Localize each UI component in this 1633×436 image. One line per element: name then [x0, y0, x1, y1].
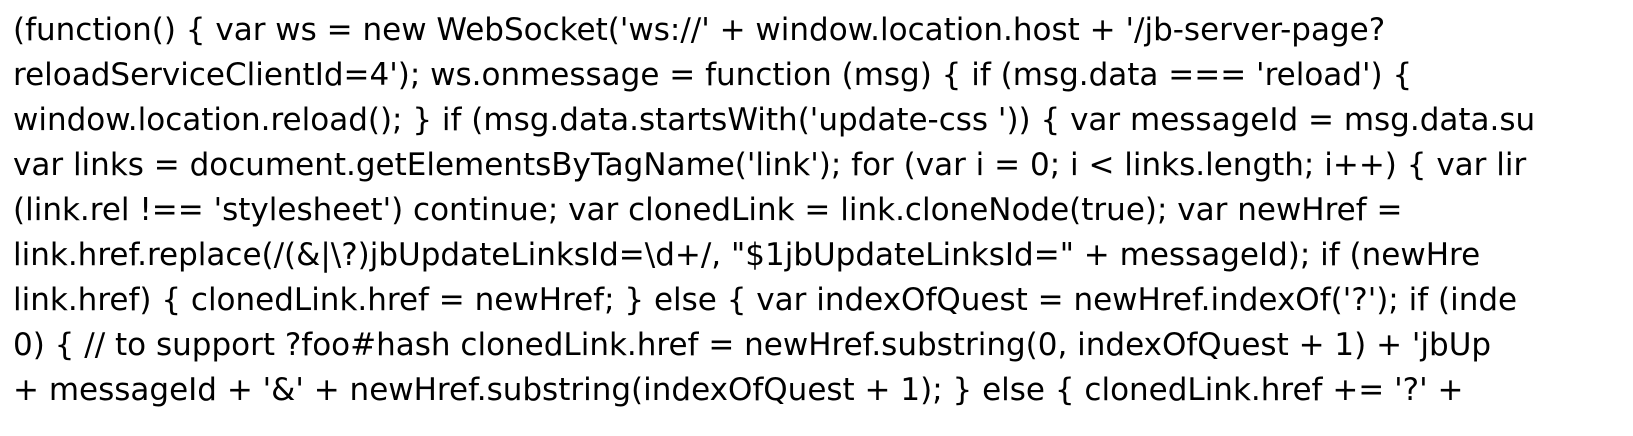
raw-script-text: (function() { var ws = new WebSocket('ws… — [13, 8, 1535, 413]
code-line: link.href.replace(/(&|\?)jbUpdateLinksId… — [13, 237, 1481, 273]
code-line: 0) { // to support ?foo#hash clonedLink.… — [13, 327, 1492, 363]
code-line: window.location.reload(); } if (msg.data… — [13, 102, 1536, 138]
page-viewport: (function() { var ws = new WebSocket('ws… — [0, 0, 1633, 436]
code-line: (function() { var ws = new WebSocket('ws… — [13, 12, 1386, 48]
code-line: (link.rel !== 'stylesheet') continue; va… — [13, 192, 1403, 228]
code-line: reloadServiceClientId=4'); ws.onmessage … — [13, 57, 1413, 93]
code-line: var links = document.getElementsByTagNam… — [13, 147, 1527, 183]
code-line: link.href) { clonedLink.href = newHref; … — [13, 282, 1518, 318]
code-line: + messageId + '&' + newHref.substring(in… — [13, 372, 1464, 408]
